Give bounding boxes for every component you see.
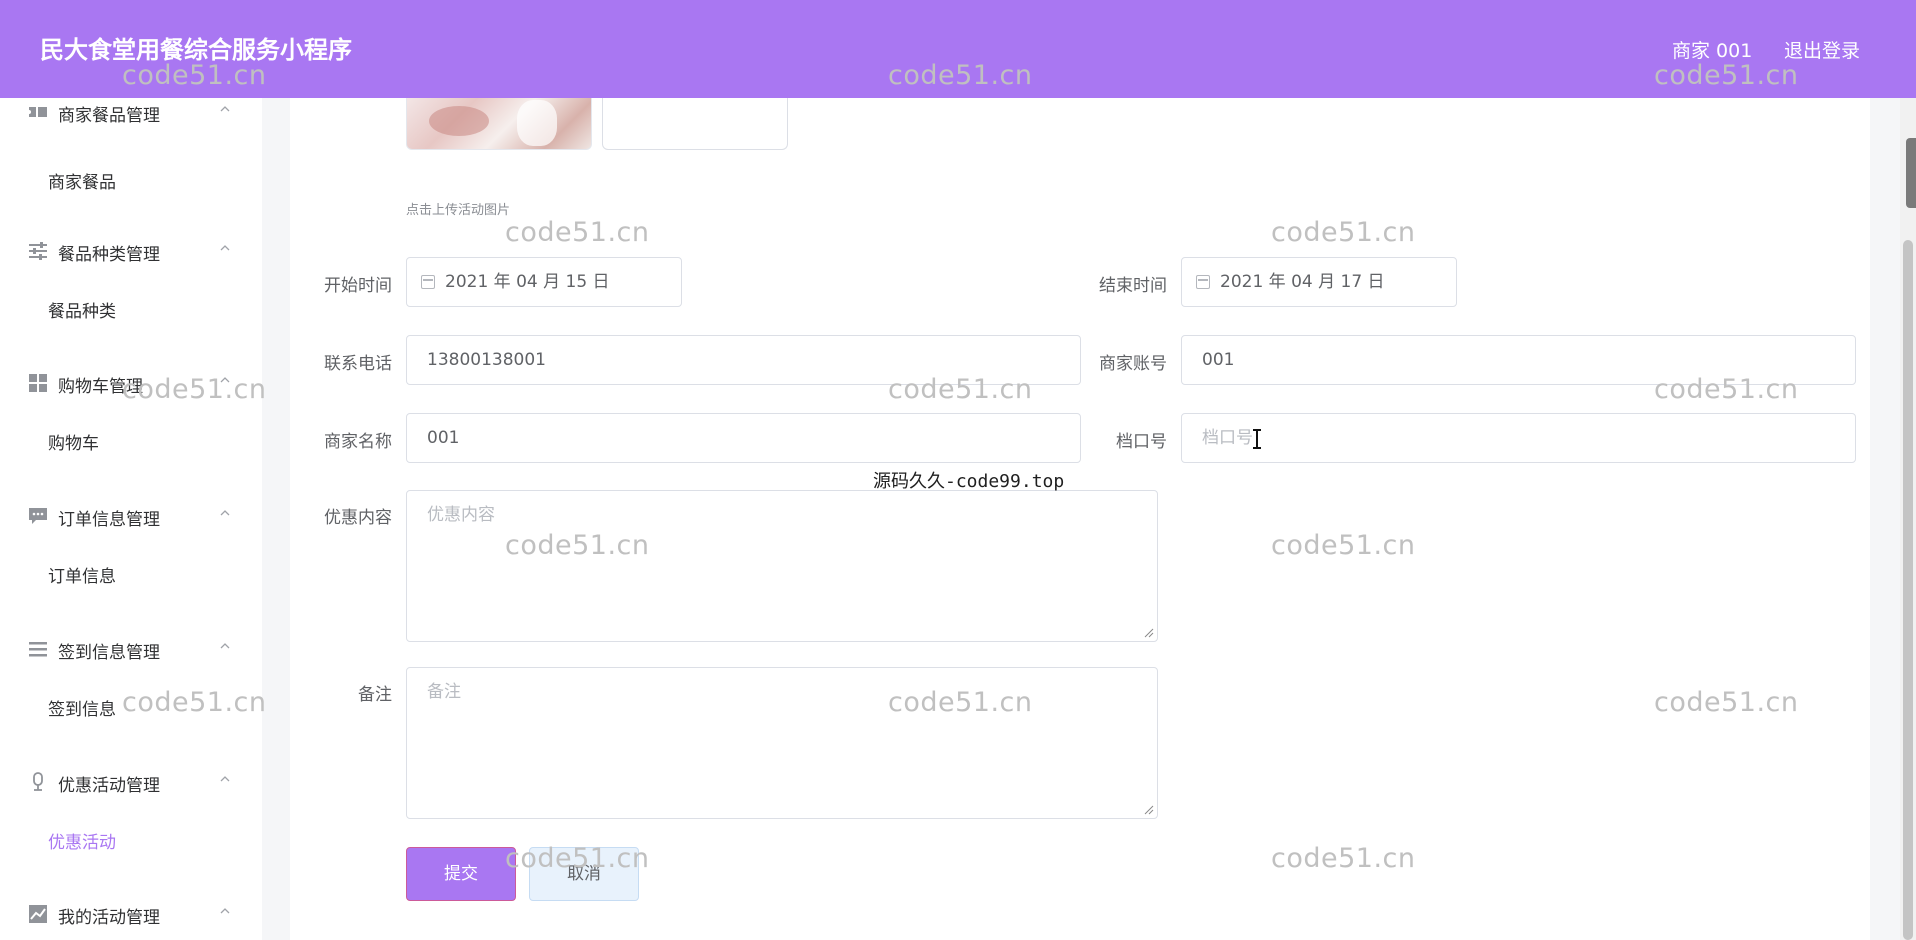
start-date-value: 2021 年 04 月 15 日	[445, 272, 610, 292]
merchant-name-label: 商家名称	[324, 432, 392, 452]
chevron-up-icon	[220, 776, 230, 782]
phone-field[interactable]: 13800138001	[406, 335, 1081, 385]
menu-label: 购物车管理	[58, 377, 143, 397]
merchant-name-field[interactable]: 001	[406, 413, 1081, 463]
app-title: 民大食堂用餐综合服务小程序	[40, 36, 352, 64]
remark-textarea[interactable]: 备注	[406, 667, 1158, 819]
remark-placeholder: 备注	[427, 682, 461, 702]
sidebar-item-dish[interactable]: 商家餐品	[48, 168, 116, 193]
menu-head-promo[interactable]: 优惠活动管理	[0, 762, 262, 802]
sidebar-item-promo[interactable]: 优惠活动	[48, 828, 116, 853]
start-date-picker[interactable]: 2021 年 04 月 15 日	[406, 257, 682, 307]
sidebar-item-category[interactable]: 餐品种类	[48, 297, 116, 322]
discount-textarea[interactable]: 优惠内容	[406, 490, 1158, 642]
calendar-icon	[1196, 275, 1210, 289]
menu-label: 我的活动管理	[58, 908, 160, 928]
stall-placeholder: 档口号	[1202, 428, 1253, 448]
chevron-up-icon	[220, 908, 230, 914]
menu-head-cart[interactable]: 购物车管理	[0, 363, 262, 403]
chevron-up-icon	[220, 245, 230, 251]
sidebar-item-order[interactable]: 订单信息	[48, 562, 116, 587]
chevron-up-icon	[220, 377, 230, 383]
stall-field[interactable]: 档口号	[1181, 413, 1856, 463]
scrollbar-thumb[interactable]	[1903, 240, 1913, 940]
menu-label: 优惠活动管理	[58, 776, 160, 796]
upload-tip: 点击上传活动图片	[406, 203, 511, 218]
account-field[interactable]: 001	[1181, 335, 1856, 385]
chevron-up-icon	[220, 510, 230, 516]
submit-button[interactable]: 提交	[406, 847, 516, 901]
phone-label: 联系电话	[324, 354, 392, 374]
chart-icon	[29, 905, 47, 923]
calendar-icon	[421, 275, 435, 289]
chevron-up-icon	[220, 643, 230, 649]
menu-head-order[interactable]: 订单信息管理	[0, 496, 262, 536]
menu-label: 订单信息管理	[58, 510, 160, 530]
chat-icon	[29, 508, 47, 524]
top-header: 民大食堂用餐综合服务小程序 商家 001 退出登录	[0, 0, 1916, 98]
upload-trigger[interactable]	[602, 98, 788, 150]
account-value: 001	[1202, 350, 1235, 370]
menu-head-dish[interactable]: 商家餐品管理	[0, 92, 262, 132]
watermark-center: 源码久久-code99.top	[873, 471, 1065, 492]
chevron-up-icon	[220, 106, 230, 112]
remark-label: 备注	[358, 685, 392, 705]
start-time-label: 开始时间	[324, 276, 392, 296]
logout-link[interactable]: 退出登录	[1784, 36, 1860, 63]
current-user: 商家 001	[1672, 40, 1753, 62]
ticket-icon	[28, 107, 47, 117]
menu-head-checkin[interactable]: 签到信息管理	[0, 629, 262, 669]
uploaded-image[interactable]	[406, 98, 592, 150]
discount-label: 优惠内容	[324, 508, 392, 528]
grid-icon	[29, 374, 47, 392]
resize-grip-icon[interactable]	[1144, 628, 1154, 638]
discount-placeholder: 优惠内容	[427, 505, 495, 525]
text-cursor-icon	[1253, 429, 1261, 449]
sidebar-item-cart[interactable]: 购物车	[48, 429, 99, 454]
scroll-edge-handle[interactable]	[1906, 138, 1916, 208]
cancel-button[interactable]: 取消	[529, 847, 639, 901]
stall-label: 档口号	[1116, 432, 1167, 452]
sliders-icon	[29, 242, 47, 260]
sidebar-item-checkin[interactable]: 签到信息	[48, 695, 116, 720]
menu-label: 签到信息管理	[58, 643, 160, 663]
resize-grip-icon[interactable]	[1144, 805, 1154, 815]
list-icon	[29, 642, 47, 657]
menu-label: 餐品种类管理	[58, 245, 160, 265]
menu-head-category[interactable]: 餐品种类管理	[0, 231, 262, 271]
end-time-label: 结束时间	[1099, 276, 1167, 296]
mic-icon	[33, 772, 43, 791]
account-label: 商家账号	[1099, 354, 1167, 374]
sidebar: 商家餐品管理 商家餐品 餐品种类管理 餐品种类 购物车管理 购物车 订单信息管理…	[0, 98, 262, 940]
end-date-picker[interactable]: 2021 年 04 月 17 日	[1181, 257, 1457, 307]
merchant-name-value: 001	[427, 428, 460, 448]
menu-label: 商家餐品管理	[58, 106, 160, 126]
menu-head-myactivity[interactable]: 我的活动管理	[0, 894, 262, 934]
phone-value: 13800138001	[427, 350, 546, 370]
end-date-value: 2021 年 04 月 17 日	[1220, 272, 1385, 292]
